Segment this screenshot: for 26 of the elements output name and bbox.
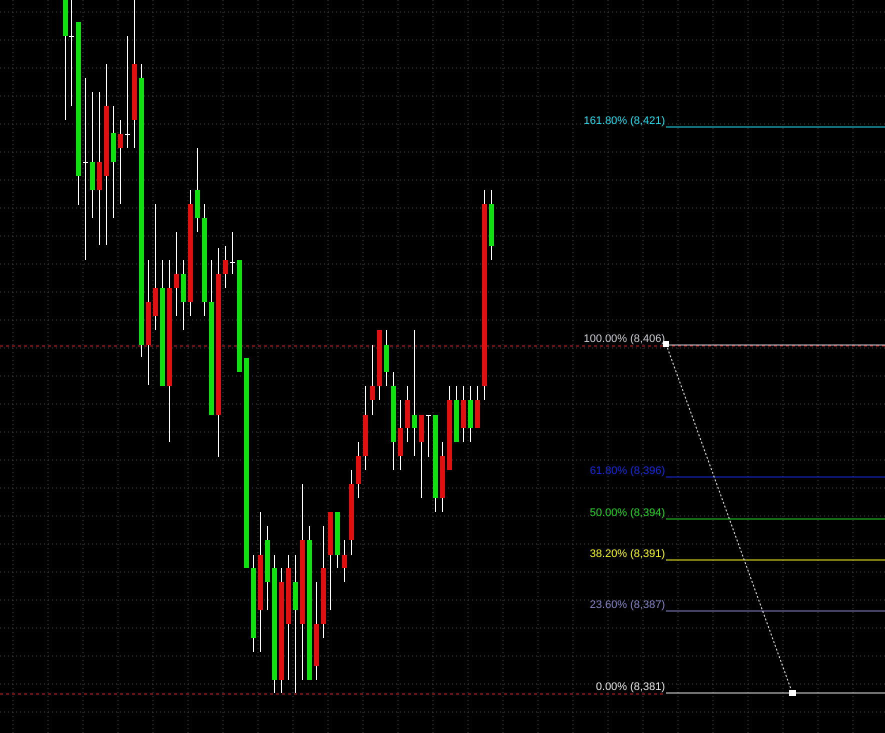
candlestick [461,386,466,442]
fibonacci-level-label: 23.60% (8,387) [590,599,665,611]
candlestick [405,386,410,442]
candlestick [223,246,228,288]
candlestick [335,512,340,568]
fibonacci-level-label: 50.00% (8,394) [590,507,665,519]
fibonacci-level-label: 0.00% (8,381) [596,681,665,693]
trend-line[interactable] [663,341,796,696]
candlestick [489,190,494,260]
candlestick [356,442,361,498]
candlestick [384,330,389,386]
candlestick [426,414,432,458]
candlestick [181,260,186,330]
candlestick [377,330,382,400]
candlestick [454,386,459,442]
fibonacci-level-label: 161.80% (8,421) [584,115,665,127]
candlestick [475,386,480,428]
candlestick [468,386,473,442]
candlestick [398,400,403,470]
fibonacci-level-label: 61.80% (8,396) [590,465,665,477]
fibonacci-level-label: 38.20% (8,391) [590,548,665,560]
fibonacci-level-label: 100.00% (8,406) [584,333,665,345]
candlestick [230,232,236,274]
candlestick [440,442,445,512]
candlestick [370,344,375,416]
candlestick [342,540,347,582]
